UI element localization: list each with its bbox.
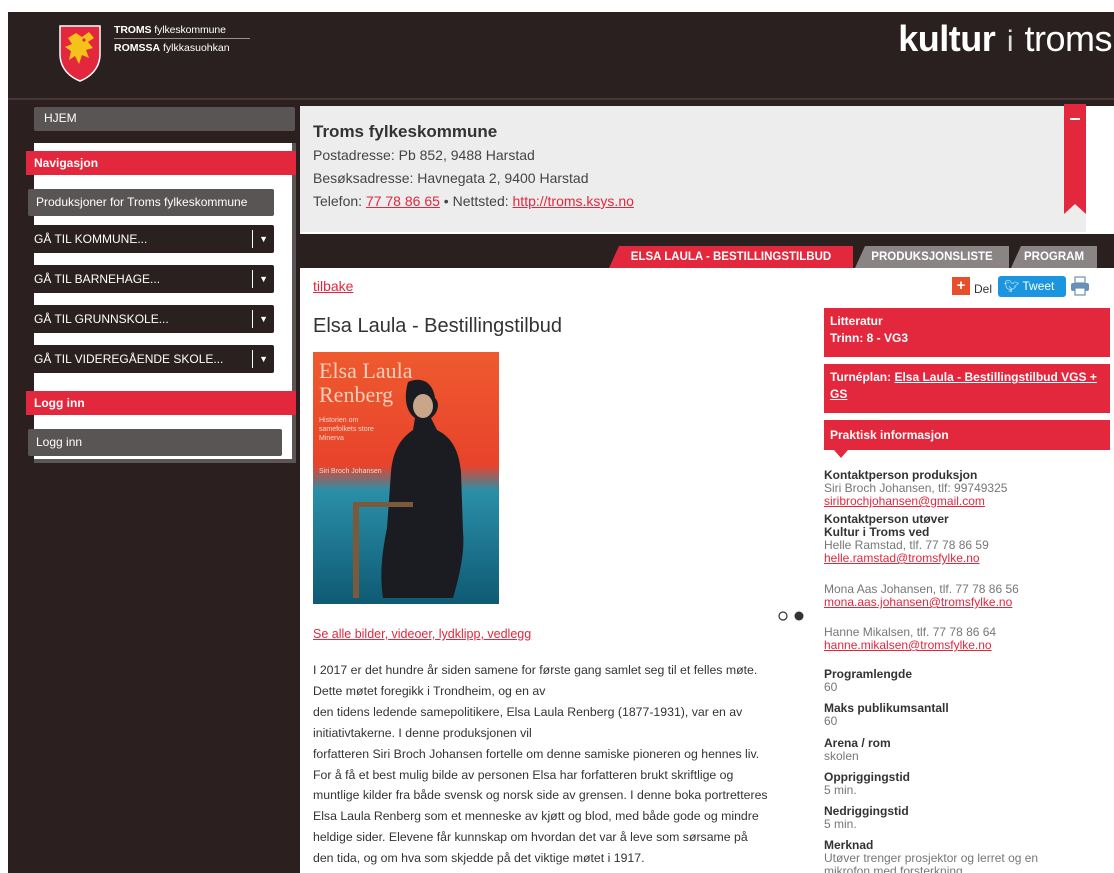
tweet-label: Tweet	[1022, 279, 1055, 293]
kindergarten-select[interactable]: GÅ TIL BARNEHAGE... ▼	[28, 265, 274, 293]
carousel-dot-1[interactable]	[778, 611, 788, 621]
contact-production-email[interactable]: siribrochjohansen@gmail.com	[824, 495, 985, 508]
postal-address: Postadresse: Pb 852, 9488 Harstad	[313, 147, 535, 163]
chevron-down-icon: ▼	[259, 314, 268, 324]
organization-title: Troms fylkeskommune	[313, 122, 498, 141]
website-link[interactable]: http://troms.ksys.no	[513, 193, 634, 209]
secondary-school-select[interactable]: GÅ TIL VIDEREGÅENDE SKOLE... ▼	[28, 345, 274, 373]
bookmark-toggle-icon[interactable]	[1064, 104, 1086, 214]
description-text: I 2017 er det hundre år siden samene for…	[313, 660, 813, 869]
tab-program[interactable]: PROGRAM	[1011, 246, 1097, 268]
tour-box: Turnéplan: Elsa Laula - Bestillingstilbu…	[824, 364, 1110, 413]
organization-info: Troms fylkeskommune Postadresse: Pb 852,…	[300, 104, 1086, 232]
chevron-down-icon: ▼	[259, 354, 268, 364]
primary-school-select[interactable]: GÅ TIL GRUNNSKOLE... ▼	[28, 305, 274, 333]
tab-production-list[interactable]: PRODUKSJONSLISTE	[855, 246, 1009, 268]
cover-subtitle: Historien om samefolkets store Minerva	[319, 417, 374, 442]
secondary-school-select-label: GÅ TIL VIDEREGÅENDE SKOLE...	[34, 352, 224, 366]
coat-of-arms-logo[interactable]	[58, 24, 102, 82]
share-toolbar: + Del 🐦︎ Tweet	[952, 275, 1092, 299]
description-line: heldige sider. Elevene får kunnskap om h…	[313, 830, 748, 845]
cover-title-line1: Elsa Laula	[319, 358, 413, 383]
max-audience-label: Maks publikumsantall	[824, 701, 949, 715]
phone-label: Telefon:	[313, 193, 366, 209]
description-line: Dette møtet foregikk i Trondheim, og en …	[313, 683, 546, 698]
program-length-label: Programlengde	[824, 667, 913, 681]
contact-line: Telefon: 77 78 86 65 • Nettsted: http://…	[313, 193, 634, 209]
description-line: For å få et best mulig bilde av personen…	[313, 767, 734, 782]
book-cover-image[interactable]: Elsa Laula Renberg Historien om samefolk…	[313, 352, 499, 604]
media-gallery-link[interactable]: Se alle bilder, videoer, lydklipp, vedle…	[313, 627, 531, 641]
primary-school-select-label: GÅ TIL GRUNNSKOLE...	[34, 312, 169, 326]
print-icon[interactable]	[1070, 276, 1090, 296]
org-name-sami: ROMSSA fylkkasuohkan	[114, 42, 230, 54]
navigation-heading: Navigasjon	[26, 151, 296, 175]
login-button[interactable]: Logg inn	[28, 429, 282, 456]
share-label[interactable]: Del	[974, 282, 992, 296]
org-divider	[114, 38, 250, 39]
visiting-address: Besøksadresse: Havnegata 2, 9400 Harstad	[313, 170, 589, 186]
contact-3-email[interactable]: hanne.mikalsen@tromsfylke.no	[824, 639, 992, 652]
contact-2-email[interactable]: mona.aas.johansen@tromsfylke.no	[824, 596, 1012, 609]
main-content: Troms fylkeskommune Postadresse: Pb 852,…	[300, 104, 1114, 873]
tab-bar: ELSA LAULA - BESTILLINGSTILBUD PRODUKSJO…	[300, 234, 1114, 268]
carousel-dots[interactable]	[777, 609, 817, 623]
org-name-norwegian: TROMS fylkeskommune	[114, 24, 226, 36]
practical-info-heading: Praktisk informasjon	[824, 420, 1110, 458]
login-heading: Logg inn	[26, 391, 296, 415]
description-line: forfatteren Siri Broch Johansen fortelle…	[313, 746, 760, 761]
description-line: den tida, og om hva som skjedde på det v…	[313, 851, 645, 866]
website-label: • Nettsted:	[439, 193, 513, 209]
chevron-down-icon: ▼	[259, 274, 268, 284]
kindergarten-select-label: GÅ TIL BARNEHAGE...	[34, 272, 161, 286]
production-title: Elsa Laula - Bestillingstilbud	[313, 315, 563, 337]
page-frame: TROMS fylkeskommune ROMSSA fylkkasuohkan…	[8, 12, 1114, 873]
site-header: TROMS fylkeskommune ROMSSA fylkkasuohkan…	[8, 12, 1114, 98]
sidebar-panel: Navigasjon Produksjoner for Troms fylkes…	[26, 143, 296, 463]
cover-title-line2: Renberg	[319, 382, 394, 407]
setup-time-value: 5 min.	[824, 783, 857, 797]
description-line: initiativtakerne. I denne produksjonen v…	[313, 725, 532, 740]
max-audience-value: 60	[824, 714, 838, 728]
productions-button[interactable]: Produksjoner for Troms fylkeskommune	[28, 189, 274, 216]
cover-author: Siri Broch Johansen	[319, 468, 382, 475]
municipality-select[interactable]: GÅ TIL KOMMUNE... ▼	[28, 225, 274, 253]
municipality-select-label: GÅ TIL KOMMUNE...	[34, 232, 148, 246]
description-line: muntlige kilder fra både svensk og norsk…	[313, 788, 768, 803]
arena-value: skolen	[824, 749, 859, 763]
heading-pointer-icon	[834, 450, 848, 458]
program-length-value: 60	[824, 680, 838, 694]
carousel-dot-2[interactable]	[794, 611, 804, 621]
share-plus-icon[interactable]: +	[952, 277, 970, 295]
level-label: Trinn: 8 - VG3	[830, 331, 909, 345]
site-brand[interactable]: kultur i troms	[898, 18, 1112, 60]
twitter-bird-icon: 🐦︎	[1004, 279, 1023, 293]
note-line-2: mikrofon med forsterkning	[824, 864, 963, 873]
description-line: Elsa Laula Renberg som et menneske av kj…	[313, 809, 759, 824]
tweet-button[interactable]: 🐦︎ Tweet	[998, 276, 1066, 297]
contact-1-email[interactable]: helle.ramstad@tromsfylke.no	[824, 552, 980, 565]
chevron-down-icon: ▼	[259, 234, 268, 244]
genre-box: Litteratur Trinn: 8 - VG3	[824, 308, 1110, 357]
header-divider	[8, 98, 1114, 100]
phone-link[interactable]: 77 78 86 65	[366, 193, 440, 209]
practical-info-label: Praktisk informasjon	[830, 428, 949, 442]
description-line: den tidens ledende samepolitikere, Elsa …	[313, 704, 743, 719]
genre-label: Litteratur	[830, 314, 883, 328]
back-link[interactable]: tilbake	[313, 278, 353, 294]
tab-order-offer[interactable]: ELSA LAULA - BESTILLINGSTILBUD	[609, 246, 853, 268]
tour-label: Turnéplan:	[830, 370, 895, 384]
teardown-time-value: 5 min.	[824, 817, 857, 831]
description-line: I 2017 er det hundre år siden samene for…	[313, 663, 758, 677]
home-button[interactable]: HJEM	[34, 107, 295, 131]
